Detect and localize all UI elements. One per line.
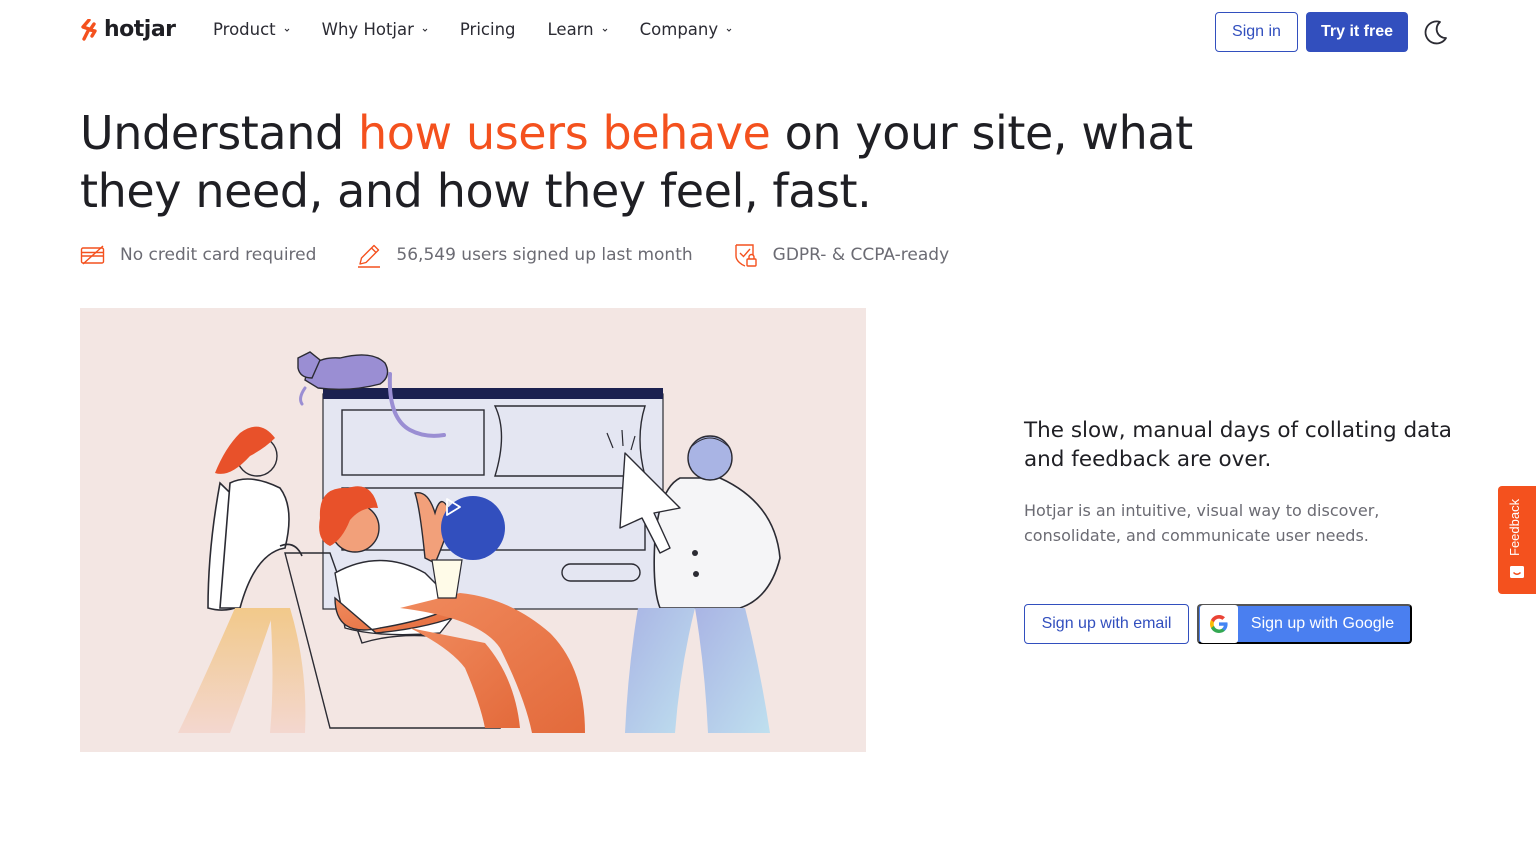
- hotjar-logo-icon: [81, 18, 97, 41]
- nav-menu: Product Why Hotjar Pricing Learn Company: [213, 20, 732, 39]
- nav-item-pricing[interactable]: Pricing: [460, 20, 516, 39]
- no-credit-card-icon: [80, 245, 105, 265]
- headline-highlight: how users behave: [358, 106, 771, 160]
- google-button-label: Sign up with Google: [1250, 615, 1395, 632]
- headline-text-start: Understand: [80, 106, 359, 160]
- logo-text: hotjar: [104, 17, 176, 42]
- feedback-face-icon: [1510, 566, 1524, 578]
- play-icon: [446, 498, 461, 516]
- signup-title: The slow, manual days of collating data …: [1024, 418, 1452, 472]
- badge-text: No credit card required: [120, 245, 317, 265]
- sign-up-email-button[interactable]: Sign up with email: [1024, 604, 1189, 644]
- nav-item-label: Why Hotjar: [321, 20, 414, 39]
- nav-item-label: Pricing: [459, 20, 516, 39]
- nav-item-label: Learn: [547, 20, 594, 39]
- play-button[interactable]: [441, 496, 505, 560]
- feedback-tab[interactable]: Feedback: [1498, 486, 1536, 594]
- hero-headline: Understand how users behave on your site…: [80, 104, 1200, 220]
- nav-item-product[interactable]: Product: [213, 20, 290, 39]
- sign-up-google-button[interactable]: Sign up with Google: [1197, 604, 1412, 644]
- badge-no-credit-card: No credit card required: [80, 242, 316, 268]
- hotjar-logo[interactable]: hotjar: [80, 17, 176, 42]
- shield-lock-icon: [734, 244, 757, 267]
- hero-video-illustration[interactable]: [80, 308, 866, 752]
- chevron-down-icon: [284, 28, 290, 32]
- sign-in-button[interactable]: Sign in: [1215, 12, 1298, 52]
- try-it-free-button[interactable]: Try it free: [1306, 12, 1408, 52]
- trust-badges: No credit card required 56,549 users sig…: [80, 242, 949, 268]
- nav-item-why-hotjar[interactable]: Why Hotjar: [322, 20, 428, 39]
- badge-gdpr: GDPR- & CCPA-ready: [733, 242, 949, 268]
- signup-description: Hotjar is an intuitive, visual way to di…: [1024, 501, 1380, 545]
- badge-users-signed-up: 56,549 users signed up last month: [356, 242, 693, 268]
- badge-text: 56,549 users signed up last month: [396, 245, 693, 265]
- top-navigation: hotjar Product Why Hotjar Pricing Learn …: [0, 0, 1536, 64]
- feedback-label: Feedback: [1507, 498, 1522, 556]
- badge-text: GDPR- & CCPA-ready: [772, 245, 950, 265]
- nav-item-label: Company: [639, 20, 719, 39]
- google-logo-icon: [1210, 615, 1228, 633]
- moon-icon[interactable]: [1422, 18, 1450, 46]
- chevron-down-icon: [726, 28, 732, 32]
- nav-item-company[interactable]: Company: [640, 20, 733, 39]
- google-logo-container: [1200, 605, 1238, 643]
- nav-item-label: Product: [213, 20, 276, 39]
- nav-item-learn[interactable]: Learn: [548, 20, 608, 39]
- chevron-down-icon: [422, 28, 428, 32]
- chevron-down-icon: [602, 28, 607, 32]
- pencil-icon: [358, 244, 381, 268]
